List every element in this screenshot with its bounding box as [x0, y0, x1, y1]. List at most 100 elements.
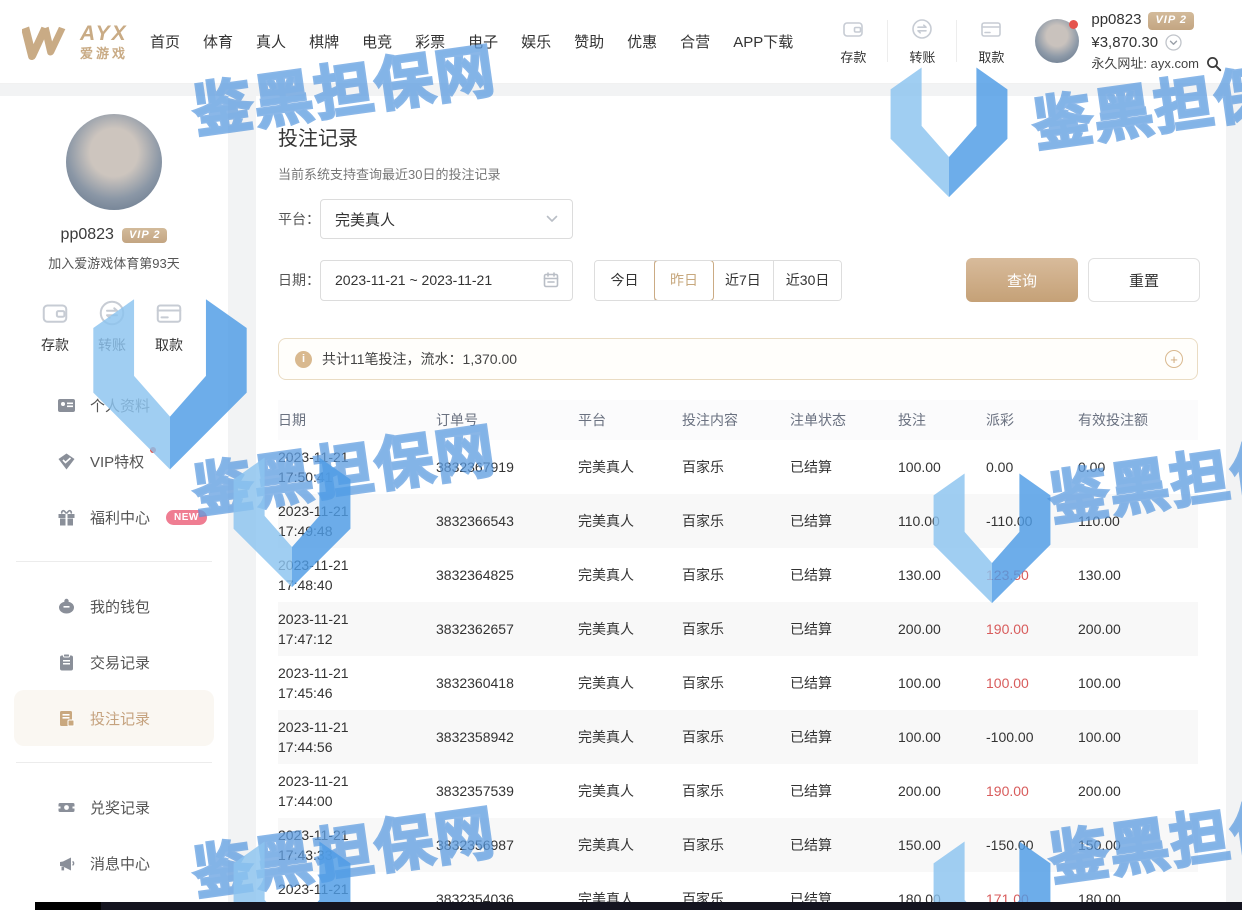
date-label: 日期：: [278, 270, 320, 290]
page-subtitle: 当前系统支持查询最近30日的投注记录: [278, 164, 1226, 183]
sidebar-quick-action[interactable]: 转账: [97, 298, 127, 355]
divider: [16, 561, 212, 562]
nav-item-0[interactable]: 首页: [150, 31, 180, 52]
sidebar-item-消息中心[interactable]: 消息中心: [14, 835, 214, 891]
sidebar-quick-actions: 存款 转账 取款: [0, 298, 228, 355]
table-row: 2023-11-2117:44:56 3832358942 完美真人 百家乐 已…: [278, 710, 1198, 764]
nav-item-11[interactable]: APP下载: [733, 31, 793, 52]
sidebar-item-label: 我的钱包: [90, 596, 150, 617]
sidebar-quick-action[interactable]: 取款: [154, 298, 184, 355]
ticket-icon: [57, 798, 76, 817]
transfer-icon: [894, 17, 950, 41]
table-row: 2023-11-2117:43:33 3832356987 完美真人 百家乐 已…: [278, 818, 1198, 872]
sidebar-item-VIP特权[interactable]: VIP特权: [14, 433, 214, 489]
sidebar-item-我的钱包[interactable]: 我的钱包: [14, 578, 214, 634]
nav-item-7[interactable]: 娱乐: [521, 31, 551, 52]
query-button[interactable]: 查询: [966, 258, 1078, 302]
joined-days-text: 加入爱游戏体育第93天: [0, 253, 228, 272]
quick-action[interactable]: 取款: [963, 17, 1019, 66]
logo-text-en: AYX: [80, 23, 128, 44]
search-icon[interactable]: [1206, 56, 1222, 72]
header-user-info: pp0823 VIP 2 ¥3,870.30 永久网址: ayx.com: [1091, 10, 1222, 72]
nav-item-10[interactable]: 合营: [680, 31, 710, 52]
sidebar-item-兑奖记录[interactable]: 兑奖记录: [14, 779, 214, 835]
table-header-cell: 平台: [578, 400, 682, 440]
logo-text-cn: 爱游戏: [80, 47, 128, 60]
sidebar-item-投注记录[interactable]: 投注记录: [14, 690, 214, 746]
reset-button[interactable]: 重置: [1088, 258, 1200, 302]
deposit-wallet-icon: [40, 298, 70, 328]
nav-item-9[interactable]: 优惠: [627, 31, 657, 52]
sidebar-item-label: 消息中心: [90, 853, 150, 874]
nav-item-5[interactable]: 彩票: [415, 31, 445, 52]
date-range-buttons: 今日昨日近7日近30日: [594, 260, 842, 301]
table-header-cell: 投注: [898, 400, 986, 440]
nav-item-6[interactable]: 电子: [468, 31, 498, 52]
nav-item-1[interactable]: 体育: [203, 31, 233, 52]
sidebar-item-福利中心[interactable]: 福利中心 NEW: [14, 489, 214, 545]
new-badge: NEW: [166, 510, 207, 525]
nav-item-3[interactable]: 棋牌: [309, 31, 339, 52]
bets-table: 日期订单号平台投注内容注单状态投注派彩有效投注额 2023-11-2117:50…: [278, 400, 1198, 910]
date-filter-row: 日期： 2023-11-21 ~ 2023-11-21 今日昨日近7日近30日 …: [278, 258, 1200, 302]
date-range-value: 2023-11-21 ~ 2023-11-21: [335, 272, 542, 288]
vip-diamond-icon: [57, 452, 76, 471]
site-logo[interactable]: AYX 爱游戏: [22, 22, 128, 62]
table-header-row: 日期订单号平台投注内容注单状态投注派彩有效投注额: [278, 400, 1198, 440]
summary-bar: i 共计11笔投注，流水：1,370.00 +: [278, 338, 1198, 380]
platform-selected-value: 完美真人: [335, 209, 544, 230]
topbar-right: 存款 转账 取款 pp0823 VIP 2 ¥3,870.30: [825, 10, 1222, 72]
megaphone-icon: [57, 854, 76, 873]
platform-select[interactable]: 完美真人: [320, 199, 573, 239]
bet-record-icon: [57, 709, 76, 728]
sidebar: pp0823 VIP 2 加入爱游戏体育第93天 存款 转账 取款 个人资料 V…: [0, 96, 228, 910]
table-header-cell: 订单号: [436, 400, 578, 440]
date-range-input[interactable]: 2023-11-21 ~ 2023-11-21: [320, 260, 573, 301]
range-button-今日[interactable]: 今日: [595, 261, 655, 300]
red-dot: [150, 447, 156, 453]
sidebar-quick-action[interactable]: 存款: [40, 298, 70, 355]
vip-badge: VIP 2: [1148, 12, 1194, 30]
table-row: 2023-11-2117:50:41 3832367919 完美真人 百家乐 已…: [278, 440, 1198, 494]
header-avatar[interactable]: [1035, 19, 1079, 63]
main-panel: 投注记录 当前系统支持查询最近30日的投注记录 平台： 完美真人 日期： 202…: [256, 96, 1226, 910]
info-icon: i: [295, 351, 312, 368]
table-header-cell: 日期: [278, 400, 436, 440]
clipboard-icon: [57, 653, 76, 672]
table-row: 2023-11-2117:44:00 3832357539 完美真人 百家乐 已…: [278, 764, 1198, 818]
notification-dot: [1069, 20, 1078, 29]
summary-text: 共计11笔投注，流水：1,370.00: [322, 349, 1165, 369]
quick-action[interactable]: 存款: [825, 17, 881, 66]
nav-item-8[interactable]: 赞助: [574, 31, 604, 52]
transfer-icon: [97, 298, 127, 328]
username: pp0823: [1091, 10, 1141, 30]
sidebar-item-个人资料[interactable]: 个人资料: [14, 377, 214, 433]
table-row: 2023-11-2117:45:46 3832360418 完美真人 百家乐 已…: [278, 656, 1198, 710]
sidebar-item-label: 福利中心: [90, 507, 150, 528]
platform-label: 平台：: [278, 209, 320, 229]
expand-plus-icon[interactable]: +: [1165, 350, 1183, 368]
logo-mark-icon: [22, 22, 72, 62]
nav-item-4[interactable]: 电竞: [362, 31, 392, 52]
table-header-cell: 有效投注额: [1078, 400, 1198, 440]
quick-action[interactable]: 转账: [894, 17, 950, 66]
sidebar-username: pp0823: [61, 226, 114, 244]
range-button-近7日[interactable]: 近7日: [713, 261, 774, 300]
balance-refresh-chevron-icon[interactable]: [1165, 34, 1182, 51]
sidebar-item-label: 个人资料: [90, 395, 150, 416]
sidebar-avatar[interactable]: [66, 114, 162, 210]
table-row: 2023-11-2117:48:40 3832364825 完美真人 百家乐 已…: [278, 548, 1198, 602]
gift-icon: [57, 508, 76, 527]
range-button-昨日[interactable]: 昨日: [654, 260, 714, 301]
sidebar-item-label: 交易记录: [90, 652, 150, 673]
withdraw-card-icon: [963, 17, 1019, 41]
wallet-pig-icon: [57, 597, 76, 616]
sidebar-item-交易记录[interactable]: 交易记录: [14, 634, 214, 690]
divider: [887, 20, 888, 62]
nav-item-2[interactable]: 真人: [256, 31, 286, 52]
range-button-近30日[interactable]: 近30日: [774, 261, 842, 300]
permanent-url: 永久网址: ayx.com: [1091, 55, 1199, 73]
divider: [956, 20, 957, 62]
table-header-cell: 注单状态: [790, 400, 898, 440]
sidebar-item-label: VIP特权: [90, 451, 144, 472]
